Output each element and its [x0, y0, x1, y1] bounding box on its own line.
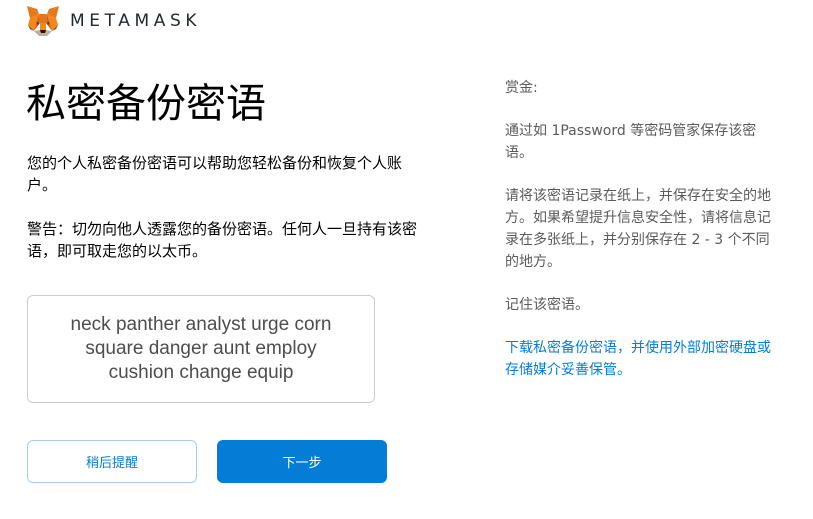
- tip-password-manager: 通过如 1Password 等密码管家保存该密语。: [505, 123, 757, 161]
- secret-phrase-text: neck panther analyst urge corn square da…: [70, 314, 332, 383]
- next-button[interactable]: 下一步: [217, 440, 387, 483]
- page: METAMASK 私密备份密语 您的个人私密备份密语可以帮助您轻松备份和恢复个人…: [0, 0, 813, 519]
- tips-title: 赏金:: [505, 80, 538, 96]
- tip-paper: 请将该密语记录在纸上，并保存在安全的地方。如果希望提升信息安全性，请将信息记录在…: [505, 188, 771, 270]
- header: METAMASK: [26, 3, 201, 39]
- secret-phrase-box: neck panther analyst urge corn square da…: [27, 295, 375, 403]
- metamask-fox-icon: [27, 6, 59, 36]
- description-text: 您的个人私密备份密语可以帮助您轻松备份和恢复个人账户。: [27, 154, 403, 194]
- brand-wordmark: METAMASK: [70, 11, 202, 31]
- download-phrase-link[interactable]: 下载私密备份密语，并使用外部加密硬盘或存储媒介妥善保管。: [505, 337, 775, 381]
- tip-memorize: 记住该密语。: [505, 297, 589, 313]
- tips-panel: 赏金: 通过如 1Password 等密码管家保存该密语。 请将该密语记录在纸上…: [505, 77, 775, 381]
- page-title: 私密备份密语: [26, 81, 266, 127]
- warning-text: 警告：切勿向他人透露您的备份密语。任何人一旦持有该密语，即可取走您的以太币。: [27, 220, 418, 260]
- remind-later-button[interactable]: 稍后提醒: [27, 440, 197, 483]
